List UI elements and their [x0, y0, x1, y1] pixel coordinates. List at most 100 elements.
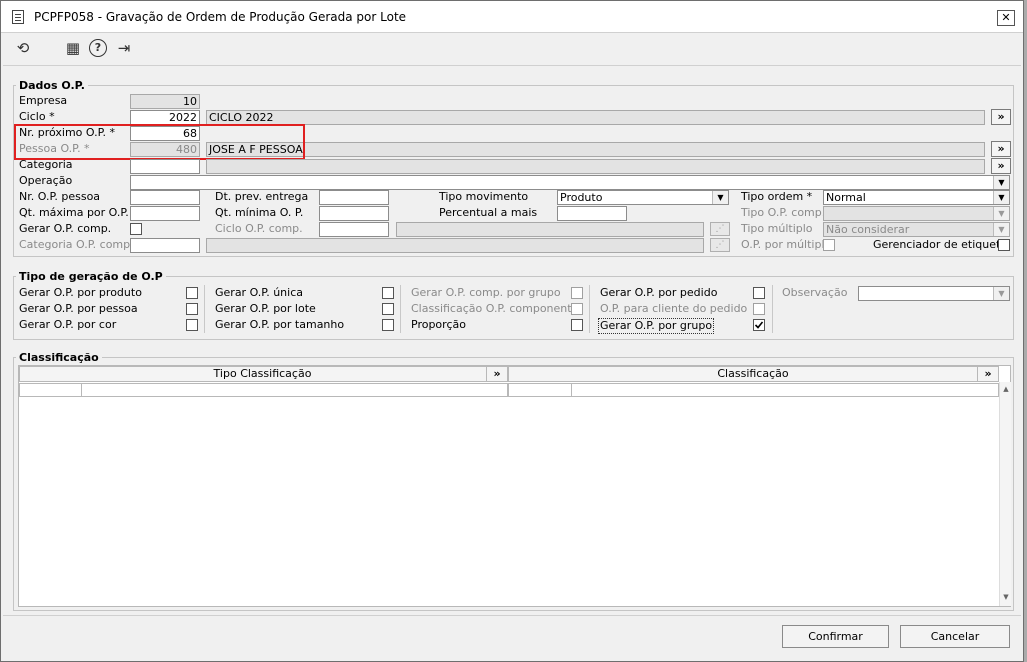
ciclo-label: Ciclo *	[19, 110, 55, 123]
gerar-por-pessoa-label: Gerar O.P. por pessoa	[19, 302, 138, 315]
gerar-por-tamanho-checkbox[interactable]	[382, 319, 394, 331]
footer-divider	[3, 615, 1021, 616]
help-glyph: ?	[94, 41, 102, 54]
tipo-ordem-label: Tipo ordem *	[741, 190, 813, 203]
grid-scrollbar[interactable]: ▲ ▼	[999, 382, 1011, 606]
gerar-por-pedido-checkbox[interactable]	[753, 287, 765, 299]
gerar-por-lote-label: Gerar O.P. por lote	[215, 302, 316, 315]
cliente-pedido-checkbox	[753, 303, 765, 315]
col-header-tipo-label: Tipo Classificação	[213, 367, 312, 380]
scroll-up-icon[interactable]: ▲	[1000, 382, 1012, 396]
confirmar-button[interactable]: Confirmar	[782, 625, 889, 648]
ciclo-pick-button[interactable]: »	[991, 109, 1011, 125]
tipo-movimento-label: Tipo movimento	[439, 190, 529, 203]
gerar-por-lote-checkbox[interactable]	[382, 303, 394, 315]
ciclo-op-comp-field[interactable]	[319, 222, 389, 237]
percentual-label: Percentual a mais	[439, 206, 538, 219]
cancelar-label: Cancelar	[930, 630, 980, 643]
tipo-ordem-dropdown-icon[interactable]: ▼	[993, 191, 1009, 204]
tipo-classificacao-pick-button[interactable]: »	[486, 366, 508, 382]
gerar-op-comp-label: Gerar O.P. comp.	[19, 222, 112, 235]
operacao-dropdown-icon[interactable]: ▼	[993, 176, 1009, 189]
confirmar-label: Confirmar	[808, 630, 863, 643]
gerar-unica-checkbox[interactable]	[382, 287, 394, 299]
qt-maxima-field[interactable]	[130, 206, 200, 221]
qt-minima-label: Qt. mínima O. P.	[215, 206, 304, 219]
tipo-ordem-value: Normal	[826, 191, 866, 204]
tipo-multiplo-select: Não considerar ▼	[823, 222, 1010, 237]
cancelar-button[interactable]: Cancelar	[900, 625, 1010, 648]
dt-prev-entrega-label: Dt. prev. entrega	[215, 190, 309, 203]
gerar-unica-label: Gerar O.P. única	[215, 286, 303, 299]
gerar-por-cor-label: Gerar O.P. por cor	[19, 318, 117, 331]
ciclo-desc: CICLO 2022	[206, 110, 985, 125]
pessoa-pick-button[interactable]: »	[991, 141, 1011, 157]
grid-cell[interactable]	[81, 383, 508, 397]
gerar-por-produto-label: Gerar O.P. por produto	[19, 286, 142, 299]
gerar-op-comp-checkbox[interactable]	[130, 223, 142, 235]
gerar-por-tamanho-label: Gerar O.P. por tamanho	[215, 318, 345, 331]
gerar-comp-grupo-label: Gerar O.P. comp. por grupo	[411, 286, 561, 299]
tipo-ordem-select[interactable]: Normal ▼	[823, 190, 1010, 205]
gerar-por-grupo-checkbox[interactable]	[753, 319, 765, 331]
operacao-select[interactable]: ▼	[130, 175, 1010, 190]
close-button[interactable]: ✕	[997, 10, 1015, 26]
proporcao-label: Proporção	[411, 318, 466, 331]
help-icon[interactable]: ?	[89, 39, 107, 57]
grid-cell[interactable]	[19, 383, 82, 397]
toolbar-divider	[3, 65, 1021, 66]
column-divider	[204, 285, 205, 333]
classificacao-componente-checkbox	[571, 303, 583, 315]
column-divider	[772, 285, 773, 333]
gerar-por-pedido-label: Gerar O.P. por pedido	[600, 286, 718, 299]
tipo-op-comp-label: Tipo O.P. comp.	[741, 206, 826, 219]
nr-op-pessoa-field[interactable]	[130, 190, 200, 205]
tipo-multiplo-value: Não considerar	[826, 223, 910, 236]
op-por-multiplo-label: O.P. por múltiplo	[741, 238, 832, 251]
app-icon	[12, 10, 24, 24]
categoria-pick-button[interactable]: »	[991, 158, 1011, 174]
col-header-tipo-classificacao[interactable]: Tipo Classificação	[19, 366, 506, 382]
operacao-label: Operação	[19, 174, 73, 187]
scroll-down-icon[interactable]: ▼	[1000, 590, 1012, 604]
col-header-classificacao[interactable]: Classificação	[508, 366, 998, 382]
highlight-box	[14, 124, 305, 160]
ciclo-field[interactable]: 2022	[130, 110, 200, 125]
proporcao-checkbox[interactable]	[571, 319, 583, 331]
tipo-movimento-select[interactable]: Produto ▼	[557, 190, 729, 205]
classificacao-pick-button[interactable]: »	[977, 366, 999, 382]
tipo-multiplo-label: Tipo múltiplo	[741, 222, 813, 235]
app-window: PCPFP058 - Gravação de Ordem de Produção…	[0, 0, 1024, 662]
gerar-por-produto-checkbox[interactable]	[186, 287, 198, 299]
window-title: PCPFP058 - Gravação de Ordem de Produção…	[34, 10, 407, 24]
pick-icon: »	[984, 367, 992, 380]
percentual-field[interactable]	[557, 206, 627, 221]
tipo-movimento-value: Produto	[560, 191, 603, 204]
observacao-dropdown-icon[interactable]: ▼	[993, 287, 1009, 300]
column-divider	[589, 285, 590, 333]
ciclo-op-comp-label: Ciclo O.P. comp.	[215, 222, 303, 235]
gerar-por-pessoa-checkbox[interactable]	[186, 303, 198, 315]
qt-minima-field[interactable]	[319, 206, 389, 221]
nr-op-pessoa-label: Nr. O.P. pessoa	[19, 190, 101, 203]
dt-prev-entrega-field[interactable]	[319, 190, 389, 205]
classificacao-grid: Tipo Classificação » Classificação » ▲ ▼	[18, 365, 1011, 607]
calendar-icon[interactable]: ▦	[63, 38, 83, 58]
refresh-icon[interactable]: ⟲	[13, 38, 33, 58]
tipo-movimento-dropdown-icon[interactable]: ▼	[712, 191, 728, 204]
observacao-select[interactable]: ▼	[858, 286, 1010, 301]
column-divider	[400, 285, 401, 333]
grid-cell[interactable]	[571, 383, 999, 397]
ciclo-op-comp-pick-icon: ⋰	[710, 222, 730, 236]
gerar-por-cor-checkbox[interactable]	[186, 319, 198, 331]
grid-cell[interactable]	[508, 383, 572, 397]
gerar-por-grupo-label: Gerar O.P. por grupo	[598, 318, 715, 334]
categoria-field[interactable]	[130, 159, 200, 174]
title-bar: PCPFP058 - Gravação de Ordem de Produção…	[1, 1, 1023, 33]
close-icon: ✕	[1001, 11, 1011, 24]
tipo-geracao-title: Tipo de geração de O.P	[16, 270, 166, 283]
gerenciador-checkbox[interactable]	[998, 239, 1010, 251]
categoria-op-comp-desc	[206, 238, 704, 253]
exit-icon[interactable]: ⇥	[114, 38, 134, 58]
categoria-op-comp-field[interactable]	[130, 238, 200, 253]
